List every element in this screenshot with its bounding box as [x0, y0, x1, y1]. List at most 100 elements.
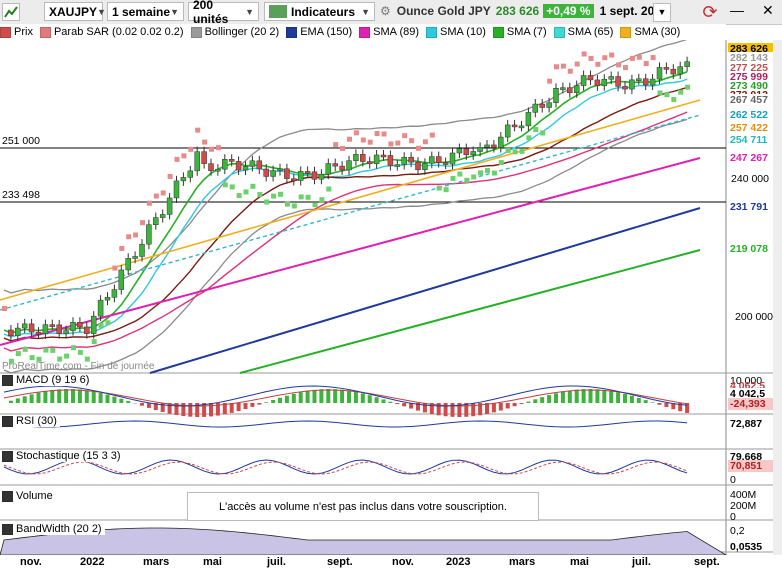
sar-dot [140, 220, 145, 226]
macd-bar [533, 399, 538, 403]
symbol-select[interactable]: XAUJPY ▼ [44, 2, 106, 21]
sar-dot [533, 127, 539, 133]
legend-item[interactable]: SMA (89) [359, 26, 419, 38]
sar-dot [491, 170, 497, 176]
units-select[interactable]: 200 unités ▼ [188, 0, 259, 26]
sar-dot [429, 132, 435, 138]
macd-bar [616, 392, 621, 403]
legend-item[interactable]: Parab SAR (0.02 0.02 0.2) [39, 26, 184, 38]
macd-bar [519, 403, 524, 404]
macd-bar [50, 390, 55, 403]
units-label: 200 unités [193, 0, 229, 26]
sar-dot [195, 127, 201, 133]
candle-body [677, 66, 683, 75]
legend-item[interactable]: EMA (150) [286, 26, 352, 38]
timeframe-select[interactable]: 1 semaine ▼ [107, 2, 184, 21]
candle-body [70, 321, 76, 331]
macd-bar [209, 403, 213, 417]
candle-body [684, 61, 690, 67]
macd-bar [347, 390, 351, 403]
sar-dot [291, 203, 297, 209]
candle-body [622, 86, 628, 90]
sar-dot [250, 183, 256, 189]
candle-body [573, 85, 580, 93]
macd-bar [353, 391, 358, 403]
legend-item[interactable]: Prix [0, 26, 33, 38]
candle-body [325, 163, 332, 175]
macd-bar [643, 400, 648, 403]
macd-bar [229, 403, 234, 413]
sar-dot [443, 187, 449, 193]
legend-item[interactable]: SMA (65) [553, 26, 613, 38]
close-icon[interactable]: ✕ [762, 2, 774, 19]
sar-dot [347, 136, 352, 142]
scrollbar[interactable] [773, 40, 782, 555]
candle-body [435, 156, 442, 163]
app-icon[interactable] [2, 3, 20, 21]
sar-dot [540, 130, 546, 136]
timeframe-menu-button[interactable]: ▼ [653, 3, 671, 22]
candle-body [284, 168, 290, 179]
minimize-icon[interactable]: — [730, 2, 744, 18]
refresh-icon[interactable]: ⟳ [700, 2, 720, 22]
candle-body [670, 68, 677, 75]
sar-dot [353, 130, 359, 136]
sar-dot [402, 133, 408, 139]
macd-bar [664, 403, 669, 408]
sar-dot [326, 186, 332, 192]
candle-body [215, 168, 221, 172]
candle-body [346, 160, 352, 171]
sar-dot [264, 199, 270, 205]
candle-body [656, 67, 663, 80]
macd-bar [381, 399, 386, 403]
legend-label: SMA (30) [634, 26, 681, 38]
symbol-label: XAUJPY [49, 4, 98, 19]
candle-body [587, 75, 594, 81]
macd-bar [43, 391, 48, 403]
macd-bar [629, 395, 634, 403]
candle-body [477, 147, 483, 152]
legend-item[interactable]: SMA (7) [492, 26, 547, 38]
candle-body [263, 168, 269, 177]
candle-body [615, 76, 621, 87]
macd-bar [119, 398, 124, 403]
macd-bar [526, 401, 531, 403]
macd-bar [236, 403, 241, 412]
date-label: sept. [327, 556, 353, 568]
candle-body [373, 154, 380, 164]
sar-dot [312, 202, 318, 208]
macd-bar [588, 389, 593, 403]
date-label: mars [143, 556, 170, 568]
legend-item[interactable]: SMA (30) [620, 26, 680, 38]
price-chart[interactable] [0, 40, 782, 555]
candle-body [422, 163, 428, 171]
date-label: 2022 [80, 556, 105, 568]
indicators-button[interactable]: Indicateurs ▼ [264, 2, 375, 21]
legend-swatch [190, 26, 202, 38]
settings-icon[interactable]: ⚙ [380, 4, 391, 18]
sar-dot [29, 355, 35, 361]
volume-notice: L'accès au volume n'est pas inclus dans … [187, 492, 539, 521]
sar-dot [671, 97, 677, 103]
candle-body [35, 331, 42, 335]
legend-item[interactable]: Bollinger (20 2) [190, 26, 279, 38]
candle-body [463, 148, 470, 156]
legend-item[interactable]: SMA (10) [426, 26, 486, 38]
sar-dot [678, 89, 684, 95]
candle-body [90, 315, 97, 334]
legend-label: Parab SAR (0.02 0.02 0.2) [53, 26, 184, 38]
candle-body [242, 166, 249, 171]
candle-body [332, 163, 338, 167]
macd-bar [57, 389, 62, 403]
volume-title: Volume [2, 490, 56, 502]
macd-bar [8, 400, 13, 403]
sar-dot [485, 167, 490, 173]
candle-body [118, 269, 125, 290]
sar-dot [174, 156, 180, 162]
sar-dot [512, 149, 518, 155]
sar-dot [395, 140, 401, 146]
macd-bar [567, 390, 572, 403]
candle-body [394, 164, 401, 167]
macd-bar [257, 403, 262, 405]
candle-body [518, 125, 525, 129]
